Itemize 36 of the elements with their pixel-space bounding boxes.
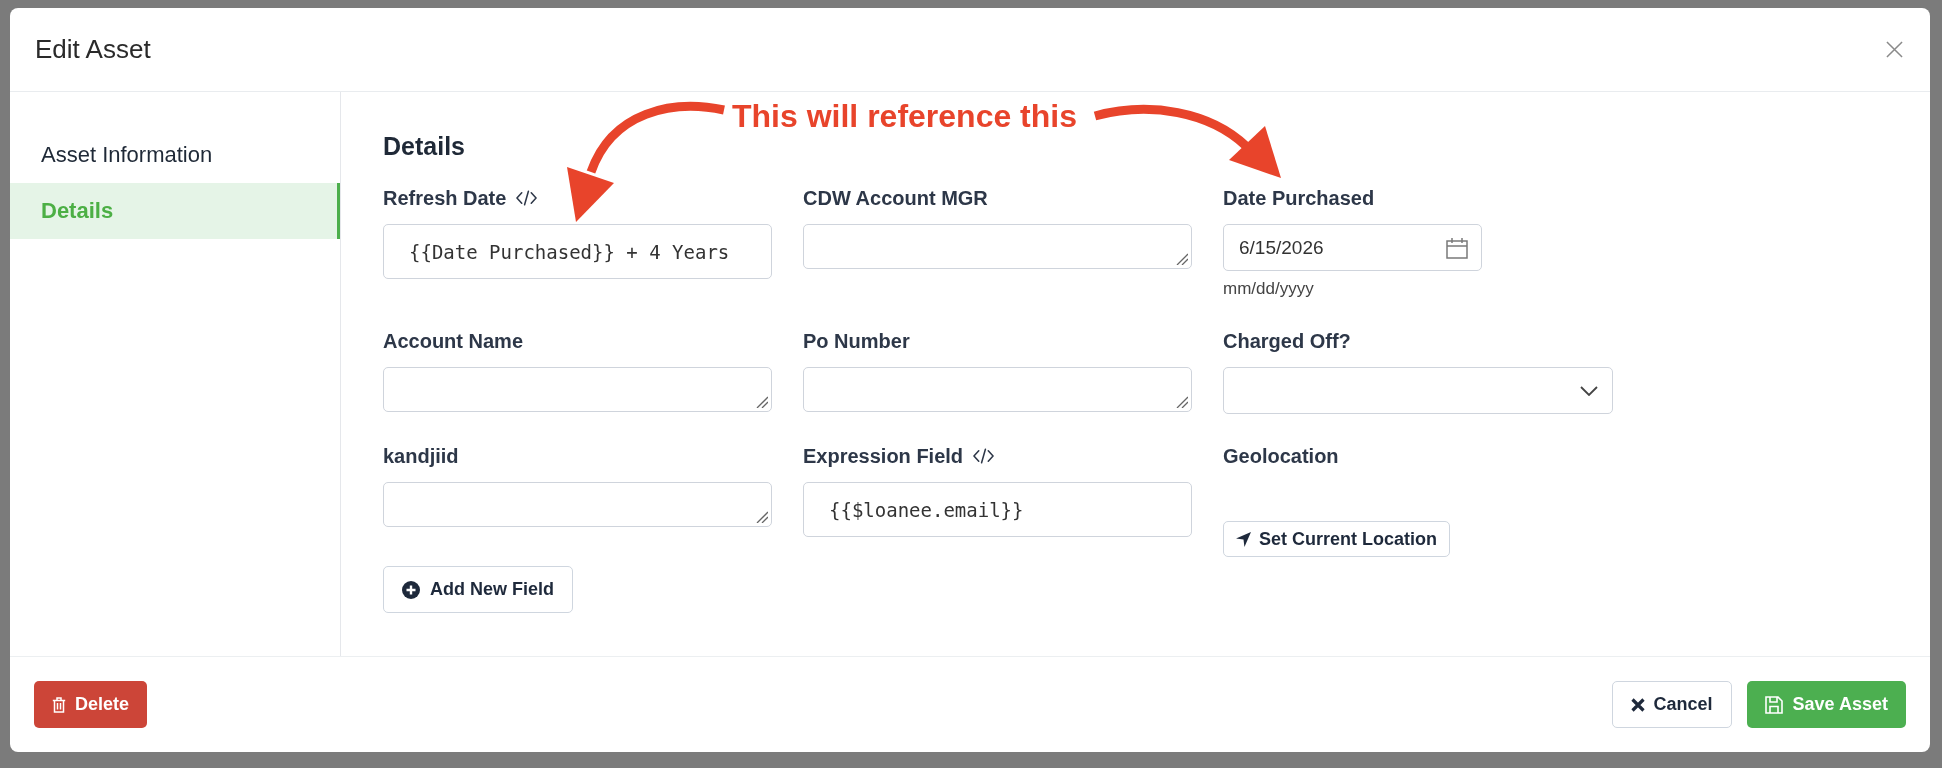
set-location-button[interactable]: Set Current Location — [1223, 521, 1450, 557]
section-heading: Details — [383, 132, 465, 160]
trash-icon — [52, 696, 66, 713]
select-field[interactable] — [1223, 367, 1613, 414]
expression-field[interactable]: {{$loanee.email}} — [803, 482, 1192, 537]
resize-grip-icon[interactable] — [1176, 396, 1188, 408]
field-label: Expression Field — [803, 444, 964, 468]
field-label: Account Name — [383, 329, 524, 353]
modal-title: Edit Asset — [35, 34, 151, 65]
calendar-icon[interactable] — [1446, 236, 1468, 259]
chevron-down-icon — [1580, 385, 1598, 396]
date-format-hint: mm/dd/yyyy — [1223, 279, 1314, 299]
close-icon[interactable] — [1886, 41, 1903, 58]
resize-grip-icon[interactable] — [756, 396, 768, 408]
plus-circle-icon — [402, 580, 420, 599]
code-icon — [516, 190, 538, 206]
save-icon — [1764, 695, 1783, 714]
field-label: Po Number — [803, 329, 910, 353]
resize-grip-icon[interactable] — [756, 511, 768, 523]
field-label: Geolocation — [1223, 444, 1339, 468]
cancel-button[interactable]: Cancel — [1611, 681, 1732, 728]
expression-field[interactable]: {{Date Purchased}} + 4 Years — [383, 224, 772, 279]
resize-grip-icon[interactable] — [1176, 253, 1188, 265]
x-icon — [1630, 697, 1645, 712]
delete-button[interactable]: Delete — [34, 681, 148, 728]
field-label: CDW Account MGR — [803, 186, 988, 210]
sidebar-item[interactable]: Asset Information — [10, 127, 340, 183]
location-arrow-icon — [1236, 531, 1251, 547]
code-icon — [973, 448, 995, 464]
date-field[interactable]: 6/15/2026 — [1223, 224, 1482, 271]
field-label: Refresh Date — [383, 186, 507, 210]
field-label: Date Purchased — [1223, 186, 1375, 210]
add-field-button[interactable]: Add New Field — [383, 566, 573, 613]
field-label: kandjiid — [383, 444, 459, 468]
annotation-text: This will reference this — [732, 99, 1077, 133]
field-label: Charged Off? — [1223, 329, 1351, 353]
